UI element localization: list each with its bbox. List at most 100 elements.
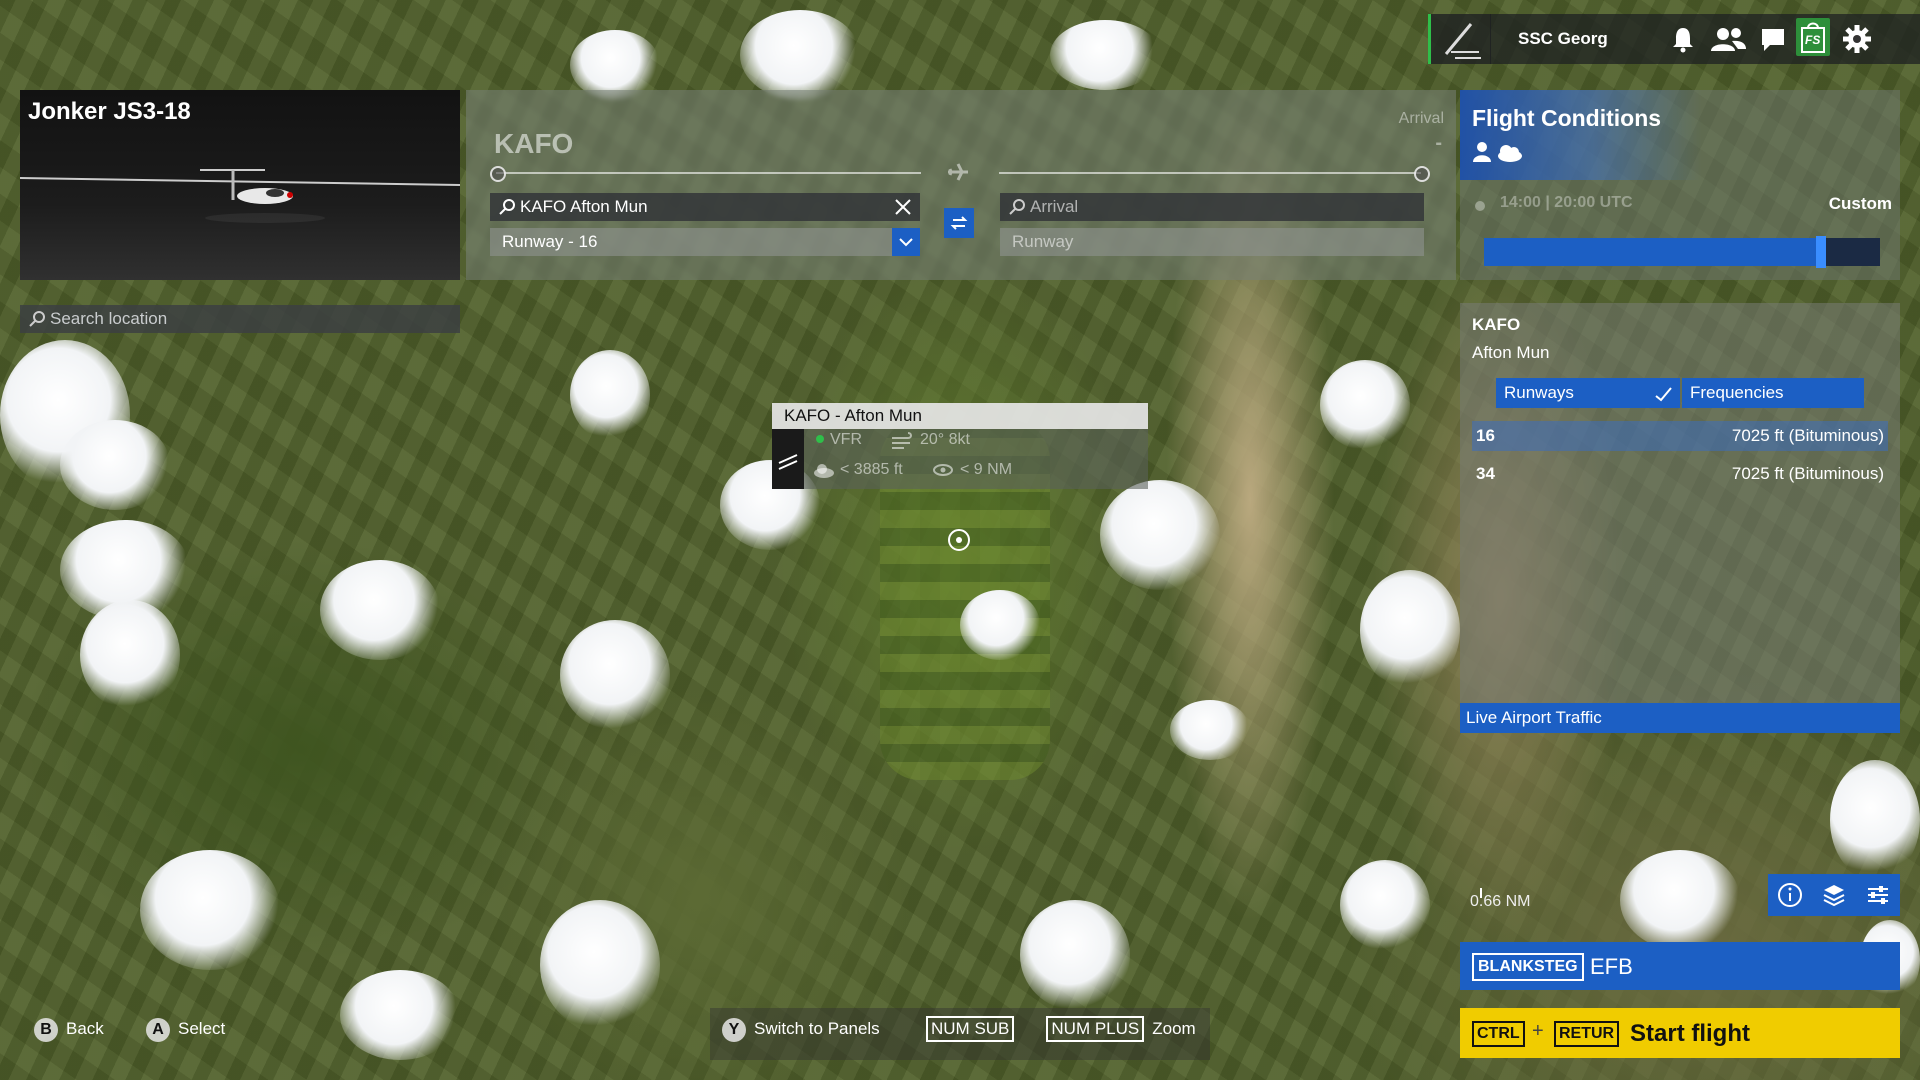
cloud bbox=[1620, 850, 1740, 950]
start-flight-button[interactable]: CTRL + RETUR Start flight bbox=[1460, 1008, 1900, 1058]
cloud bbox=[570, 350, 650, 440]
zoom-label: Zoom bbox=[1152, 1019, 1196, 1038]
cloud bbox=[340, 970, 460, 1060]
arrival-code: - bbox=[1435, 132, 1442, 154]
arrival-runway-select[interactable]: Runway bbox=[1000, 228, 1424, 256]
cloud bbox=[1170, 700, 1250, 760]
select-hint[interactable]: A Select bbox=[146, 1018, 225, 1042]
num-plus-key: NUM PLUS bbox=[1046, 1016, 1145, 1042]
runway-number: 16 bbox=[1476, 426, 1495, 445]
efb-button[interactable]: BLANKSTEG EFB bbox=[1460, 942, 1900, 990]
zoom-hint[interactable]: NUM SUB NUM PLUS Zoom bbox=[926, 1016, 1196, 1042]
clear-icon[interactable] bbox=[894, 198, 912, 216]
vfr-status-dot bbox=[816, 435, 824, 443]
plus-sign: + bbox=[1532, 1020, 1544, 1042]
cloud bbox=[960, 590, 1040, 660]
marketplace-icon[interactable]: FS bbox=[1796, 18, 1830, 56]
airport-popup[interactable]: KAFO - Afton Mun VFR 20° 8kt < 3885 ft <… bbox=[772, 403, 1148, 489]
cloud bbox=[80, 600, 180, 710]
tab-runways-label: Runways bbox=[1504, 383, 1574, 402]
wind-icon bbox=[892, 432, 912, 449]
departure-code: KAFO bbox=[494, 128, 574, 159]
filters-icon[interactable] bbox=[1865, 882, 1891, 908]
time-of-day-slider[interactable] bbox=[1484, 236, 1880, 268]
cloud bbox=[60, 420, 170, 510]
live-airport-traffic-button[interactable]: Live Airport Traffic bbox=[1460, 703, 1900, 733]
back-hint[interactable]: B Back bbox=[34, 1018, 104, 1042]
switch-panels-hint[interactable]: Y Switch to Panels bbox=[722, 1018, 880, 1042]
layers-icon[interactable] bbox=[1821, 882, 1847, 908]
runway-row[interactable]: 34 7025 ft (Bituminous) bbox=[1472, 459, 1888, 489]
aircraft-card[interactable]: Jonker JS3-18 bbox=[20, 90, 460, 280]
cloud bbox=[560, 620, 670, 730]
select-label: Select bbox=[178, 1019, 226, 1038]
username[interactable]: SSC Georg bbox=[1518, 29, 1608, 49]
search-icon bbox=[29, 311, 45, 327]
runway-length: 7025 ft (Bituminous) bbox=[1731, 426, 1884, 445]
y-button-icon: Y bbox=[722, 1018, 746, 1042]
settings-icon[interactable] bbox=[1842, 24, 1872, 54]
airplane-icon bbox=[948, 163, 968, 181]
search-icon bbox=[499, 199, 515, 215]
tab-frequencies[interactable]: Frequencies bbox=[1682, 378, 1864, 408]
flight-conditions-header bbox=[1460, 90, 1900, 180]
airport-marker[interactable] bbox=[948, 529, 970, 551]
chat-icon[interactable] bbox=[1758, 24, 1788, 54]
cloud bbox=[1340, 860, 1430, 950]
info-icon[interactable] bbox=[1777, 882, 1803, 908]
runway-length: 7025 ft (Bituminous) bbox=[1731, 464, 1884, 483]
arrival-search-input[interactable]: Arrival bbox=[1000, 193, 1424, 221]
aircraft-image bbox=[20, 169, 460, 223]
cloud bbox=[1050, 20, 1160, 90]
arrival-runway-placeholder: Runway bbox=[1012, 232, 1074, 251]
tab-frequencies-label: Frequencies bbox=[1690, 383, 1784, 402]
eye-icon bbox=[933, 464, 953, 476]
search-location-input[interactable]: Search location bbox=[20, 305, 460, 333]
runway-icon bbox=[772, 429, 804, 489]
friends-icon[interactable] bbox=[1708, 24, 1748, 54]
tab-runways[interactable]: Runways bbox=[1496, 378, 1680, 408]
map-tools bbox=[1768, 874, 1900, 916]
flight-rules: VFR bbox=[830, 431, 862, 448]
airport-info-panel: KAFO Afton Mun Runways Frequencies 16 70… bbox=[1460, 303, 1900, 733]
top-bar: SSC Georg FS bbox=[1378, 14, 1920, 64]
cloud bbox=[1020, 900, 1130, 1010]
arrival-slider-knob[interactable] bbox=[1414, 166, 1430, 182]
bell-icon[interactable] bbox=[1668, 24, 1698, 54]
logbook-icon bbox=[1444, 23, 1481, 59]
chevron-down-icon bbox=[899, 238, 913, 247]
cloud bbox=[320, 560, 440, 660]
wind-value: 20° 8kt bbox=[920, 431, 970, 448]
logbook-button[interactable] bbox=[1428, 14, 1491, 64]
flight-conditions-title: Flight Conditions bbox=[1472, 105, 1662, 131]
departure-runway-select[interactable]: Runway - 16 bbox=[490, 228, 920, 256]
flight-conditions-panel[interactable]: Flight Conditions 14:00 | 20:00 UTC Cust… bbox=[1460, 90, 1900, 280]
conditions-preset[interactable]: Custom bbox=[1829, 194, 1892, 214]
arrival-search-placeholder: Arrival bbox=[1030, 197, 1079, 216]
time-of-day-text: 14:00 | 20:00 UTC bbox=[1500, 194, 1633, 211]
swap-icon bbox=[950, 216, 968, 230]
popup-weather: VFR 20° 8kt < 3885 ft < 9 NM bbox=[804, 429, 1148, 489]
runway-dropdown-button[interactable] bbox=[892, 228, 920, 256]
arrival-header: Arrival bbox=[1398, 110, 1444, 127]
departure-runway-value: Runway - 16 bbox=[502, 232, 598, 251]
arrival-slider bbox=[999, 172, 1421, 174]
ceiling-value: < 3885 ft bbox=[840, 461, 903, 478]
departure-search-input[interactable]: KAFO Afton Mun bbox=[490, 193, 920, 221]
efb-label: EFB bbox=[1590, 954, 1633, 979]
cloud bbox=[1100, 480, 1220, 590]
departure-slider bbox=[496, 172, 921, 174]
a-button-icon: A bbox=[146, 1018, 170, 1042]
swap-route-button[interactable] bbox=[944, 208, 974, 238]
runway-number: 34 bbox=[1476, 464, 1495, 483]
time-of-day-thumb[interactable] bbox=[1815, 236, 1826, 268]
return-key: RETUR bbox=[1554, 1021, 1620, 1047]
search-location-placeholder: Search location bbox=[50, 309, 168, 328]
sun-icon bbox=[1475, 201, 1485, 211]
runway-row[interactable]: 16 7025 ft (Bituminous) bbox=[1472, 421, 1888, 451]
start-flight-label: Start flight bbox=[1630, 1020, 1750, 1047]
num-sub-key: NUM SUB bbox=[926, 1016, 1015, 1042]
departure-slider-knob[interactable] bbox=[490, 166, 506, 182]
cloud bbox=[1320, 360, 1410, 450]
visibility-value: < 9 NM bbox=[960, 461, 1013, 478]
